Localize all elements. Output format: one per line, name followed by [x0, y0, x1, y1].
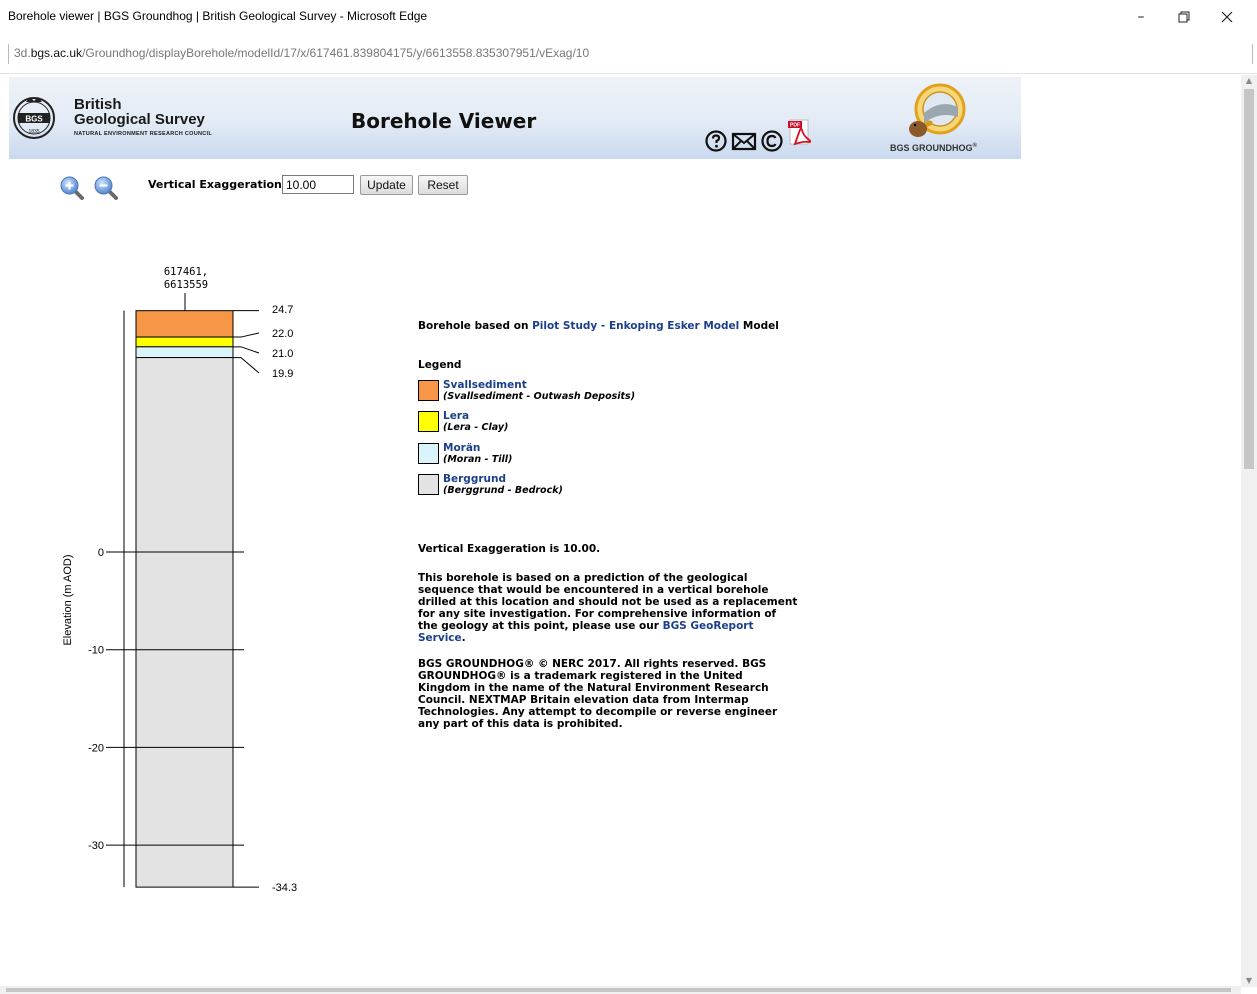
close-icon[interactable] — [1207, 4, 1247, 30]
address-separator-right — [1252, 44, 1253, 64]
pdf-label: PDF — [790, 123, 800, 129]
elevation-tick-label: 0 — [98, 547, 104, 559]
legend-name-link[interactable]: Lera — [443, 410, 469, 422]
model-statement: Borehole based on Pilot Study - Enkoping… — [418, 320, 779, 332]
pdf-icon[interactable]: PDF — [787, 118, 815, 150]
legend-description: (Moran - Till) — [443, 454, 513, 465]
scroll-up-icon[interactable]: ▲ — [1241, 75, 1257, 87]
boundary-label: 21.0 — [272, 348, 293, 360]
boundary-label: 19.9 — [272, 368, 293, 380]
location-label-line1: 617461, — [164, 266, 208, 278]
groundhog-logo[interactable]: BGS GROUNDHOG® — [888, 79, 988, 157]
ve-statement: Vertical Exaggeration is 10.00. — [418, 543, 601, 555]
boundary-leader — [233, 332, 260, 338]
vertical-scrollbar[interactable]: ▲ ▼ — [1241, 75, 1257, 987]
legend-description: (Lera - Clay) — [443, 422, 509, 433]
legend-description: (Svallsediment - Outwash Deposits) — [443, 391, 636, 402]
legend-swatch — [418, 443, 439, 464]
horizontal-scroll-thumb[interactable] — [6, 988, 1231, 992]
borehole-layer — [135, 310, 234, 338]
legend-name-link[interactable]: Svallsediment — [443, 379, 527, 391]
borehole-layer — [135, 357, 234, 888]
elevation-axis-label: Elevation (m AOD) — [62, 554, 74, 645]
location-label-line2: 6613559 — [164, 279, 208, 291]
boundary-leader — [233, 357, 260, 374]
borehole-layer — [135, 336, 234, 348]
legend-title: Legend — [418, 359, 462, 371]
scroll-down-icon[interactable]: ▼ — [1241, 975, 1257, 987]
vertical-scroll-thumb[interactable] — [1244, 89, 1254, 469]
groundhog-logo-mark: ® — [972, 143, 977, 149]
tool-icons: PDF — [704, 119, 815, 153]
model-suffix: Model — [739, 320, 779, 332]
boundary-label: 24.7 — [272, 304, 293, 316]
legend-swatch — [418, 474, 439, 495]
horizontal-scrollbar[interactable] — [0, 986, 1241, 994]
elevation-tick-label: -10 — [88, 645, 104, 657]
model-link[interactable]: Pilot Study - Enkoping Esker Model — [532, 320, 739, 332]
disclaimer-end: . — [461, 632, 466, 644]
legend-name-link[interactable]: Berggrund — [443, 473, 506, 485]
disclaimer: This borehole is based on a prediction o… — [418, 572, 798, 644]
email-icon[interactable] — [731, 129, 757, 153]
legend-name-link[interactable]: Morän — [443, 442, 480, 454]
model-prefix: Borehole based on — [418, 320, 533, 332]
restore-icon[interactable] — [1164, 4, 1204, 30]
borehole-layer — [135, 346, 234, 359]
elevation-tick-label: -30 — [88, 840, 104, 852]
borehole-svg: 0 -10 -20 -30 Elevation (m AOD) 617461,661355… — [62, 266, 297, 894]
groundhog-logo-text: BGS GROUNDHOG® — [890, 143, 977, 153]
minimize-icon[interactable]: – — [1121, 4, 1161, 30]
copyright-icon[interactable] — [760, 129, 784, 153]
boundary-label: 22.0 — [272, 328, 293, 340]
groundhog-logo-name: BGS GROUNDHOG — [890, 143, 973, 153]
boundary-label: -34.3 — [272, 882, 297, 894]
elevation-tick-label: -20 — [88, 742, 104, 754]
help-icon[interactable] — [704, 129, 728, 153]
boundary-leader — [233, 346, 260, 354]
copyright-notice: BGS GROUNDHOG® © NERC 2017. All rights r… — [418, 658, 778, 730]
legend-swatch — [418, 411, 439, 432]
legend-description: (Berggrund - Bedrock) — [443, 485, 563, 496]
borehole-chart: 0 -10 -20 -30 Elevation (m AOD) 617461, 661355… — [0, 0, 400, 994]
legend-swatch — [418, 380, 439, 401]
reset-button[interactable]: Reset — [418, 175, 468, 195]
